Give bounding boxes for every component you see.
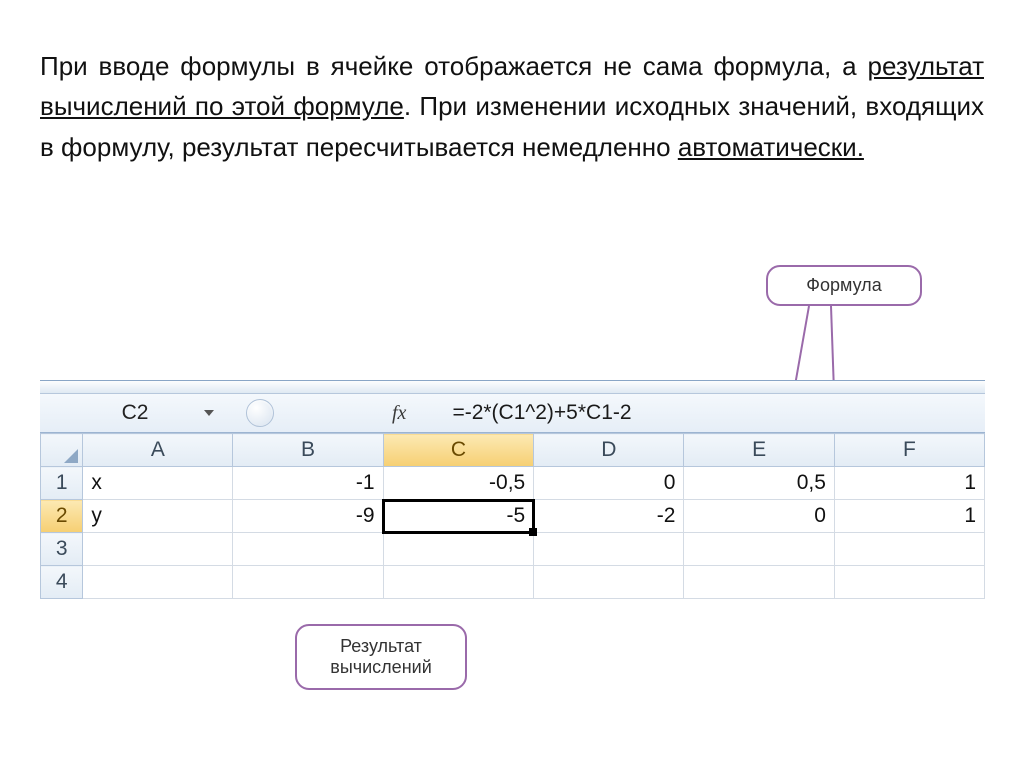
select-all-corner[interactable] [41,434,83,467]
row-header-2[interactable]: 2 [41,500,83,533]
cell-A1[interactable]: x [83,467,233,500]
table-row: 2 y -9 -5 -2 0 1 [41,500,985,533]
col-header-D[interactable]: D [534,434,684,467]
cell-D4[interactable] [534,566,684,599]
spreadsheet-area: C2 fx =-2*(C1^2)+5*C1-2 A B C D E F 1 x … [40,380,985,599]
name-box[interactable]: C2 [40,401,230,425]
callout-formula: Формула [766,265,922,306]
cell-A3[interactable] [83,533,233,566]
col-header-A[interactable]: A [83,434,233,467]
cell-E4[interactable] [684,566,834,599]
cell-D3[interactable] [534,533,684,566]
cell-D1[interactable]: 0 [534,467,684,500]
cell-B3[interactable] [233,533,383,566]
row-header-3[interactable]: 3 [41,533,83,566]
table-row: 1 x -1 -0,5 0 0,5 1 [41,467,985,500]
paragraph-text-1: При вводе формулы в ячейке отображается … [40,51,867,81]
cell-C3[interactable] [383,533,534,566]
fx-icon[interactable]: fx [392,402,406,425]
table-row: 3 [41,533,985,566]
formula-input[interactable]: =-2*(C1^2)+5*C1-2 [434,401,985,425]
cell-C1[interactable]: -0,5 [383,467,534,500]
spreadsheet-grid[interactable]: A B C D E F 1 x -1 -0,5 0 0,5 1 2 y -9 -… [40,433,985,599]
row-header-4[interactable]: 4 [41,566,83,599]
cell-B2[interactable]: -9 [233,500,383,533]
cell-C2[interactable]: -5 [383,500,534,533]
callout-formula-label: Формула [806,275,881,295]
callout-result-label: Результат вычислений [330,636,432,677]
explanatory-paragraph: При вводе формулы в ячейке отображается … [0,0,1024,167]
cell-F3[interactable] [834,533,984,566]
cell-B1[interactable]: -1 [233,467,383,500]
cell-B4[interactable] [233,566,383,599]
formula-text: =-2*(C1^2)+5*C1-2 [452,401,631,424]
cell-D2[interactable]: -2 [534,500,684,533]
col-header-C[interactable]: C [383,434,534,467]
cell-F1[interactable]: 1 [834,467,984,500]
cell-E1[interactable]: 0,5 [684,467,834,500]
formula-bar: C2 fx =-2*(C1^2)+5*C1-2 [40,394,985,433]
callout-result: Результат вычислений [295,624,467,690]
column-header-row: A B C D E F [41,434,985,467]
cell-C4[interactable] [383,566,534,599]
cell-F4[interactable] [834,566,984,599]
cell-E2[interactable]: 0 [684,500,834,533]
cell-F2[interactable]: 1 [834,500,984,533]
col-header-F[interactable]: F [834,434,984,467]
chevron-down-icon[interactable] [204,410,214,416]
cell-E3[interactable] [684,533,834,566]
col-header-E[interactable]: E [684,434,834,467]
table-row: 4 [41,566,985,599]
fx-cancel-button[interactable] [246,399,274,427]
row-header-1[interactable]: 1 [41,467,83,500]
name-box-value: C2 [122,401,149,424]
paragraph-underline-2: автоматически. [678,132,864,162]
cell-A2[interactable]: y [83,500,233,533]
col-header-B[interactable]: B [233,434,383,467]
window-title-strip [40,381,985,394]
cell-A4[interactable] [83,566,233,599]
